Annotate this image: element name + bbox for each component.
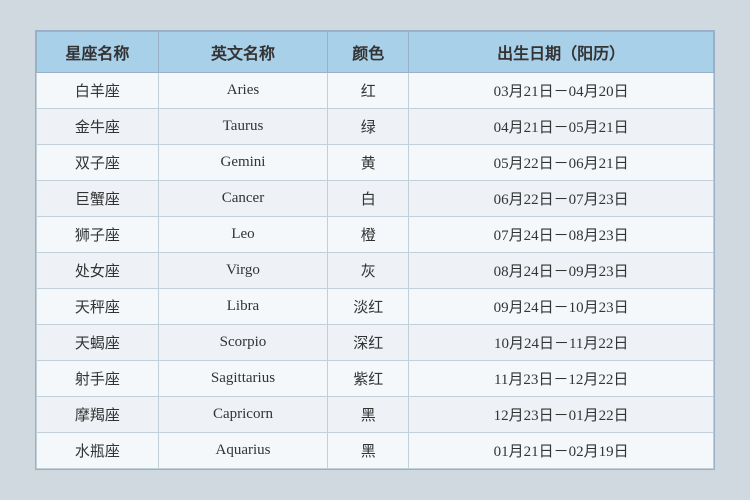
cell-date: 08月24日－09月23日 <box>409 253 714 289</box>
zodiac-table: 星座名称 英文名称 颜色 出生日期（阳历） 白羊座Aries红03月21日－04… <box>36 31 714 469</box>
table-row: 摩羯座Capricorn黑12月23日－01月22日 <box>37 397 714 433</box>
table-row: 天蝎座Scorpio深红10月24日－11月22日 <box>37 325 714 361</box>
cell-date: 10月24日－11月22日 <box>409 325 714 361</box>
cell-color: 黄 <box>328 145 409 181</box>
zodiac-table-container: 星座名称 英文名称 颜色 出生日期（阳历） 白羊座Aries红03月21日－04… <box>35 30 715 470</box>
table-row: 水瓶座Aquarius黑01月21日－02月19日 <box>37 433 714 469</box>
cell-english: Capricorn <box>158 397 327 433</box>
table-row: 双子座Gemini黄05月22日－06月21日 <box>37 145 714 181</box>
cell-english: Libra <box>158 289 327 325</box>
cell-color: 白 <box>328 181 409 217</box>
cell-color: 灰 <box>328 253 409 289</box>
cell-english: Gemini <box>158 145 327 181</box>
cell-english: Sagittarius <box>158 361 327 397</box>
cell-english: Taurus <box>158 109 327 145</box>
cell-chinese: 天蝎座 <box>37 325 159 361</box>
cell-date: 04月21日－05月21日 <box>409 109 714 145</box>
table-row: 处女座Virgo灰08月24日－09月23日 <box>37 253 714 289</box>
cell-chinese: 狮子座 <box>37 217 159 253</box>
cell-color: 橙 <box>328 217 409 253</box>
table-header-row: 星座名称 英文名称 颜色 出生日期（阳历） <box>37 32 714 73</box>
cell-english: Cancer <box>158 181 327 217</box>
table-row: 天秤座Libra淡红09月24日－10月23日 <box>37 289 714 325</box>
cell-chinese: 水瓶座 <box>37 433 159 469</box>
cell-english: Virgo <box>158 253 327 289</box>
cell-chinese: 巨蟹座 <box>37 181 159 217</box>
table-row: 白羊座Aries红03月21日－04月20日 <box>37 73 714 109</box>
table-row: 射手座Sagittarius紫红11月23日－12月22日 <box>37 361 714 397</box>
cell-date: 03月21日－04月20日 <box>409 73 714 109</box>
cell-chinese: 射手座 <box>37 361 159 397</box>
cell-chinese: 金牛座 <box>37 109 159 145</box>
cell-date: 12月23日－01月22日 <box>409 397 714 433</box>
cell-color: 深红 <box>328 325 409 361</box>
table-row: 金牛座Taurus绿04月21日－05月21日 <box>37 109 714 145</box>
header-chinese: 星座名称 <box>37 32 159 73</box>
cell-chinese: 双子座 <box>37 145 159 181</box>
header-date: 出生日期（阳历） <box>409 32 714 73</box>
cell-color: 紫红 <box>328 361 409 397</box>
cell-color: 黑 <box>328 433 409 469</box>
cell-english: Aquarius <box>158 433 327 469</box>
cell-date: 01月21日－02月19日 <box>409 433 714 469</box>
table-row: 狮子座Leo橙07月24日－08月23日 <box>37 217 714 253</box>
cell-color: 绿 <box>328 109 409 145</box>
header-color: 颜色 <box>328 32 409 73</box>
cell-color: 黑 <box>328 397 409 433</box>
cell-date: 06月22日－07月23日 <box>409 181 714 217</box>
table-row: 巨蟹座Cancer白06月22日－07月23日 <box>37 181 714 217</box>
cell-date: 05月22日－06月21日 <box>409 145 714 181</box>
cell-chinese: 处女座 <box>37 253 159 289</box>
cell-chinese: 白羊座 <box>37 73 159 109</box>
cell-chinese: 摩羯座 <box>37 397 159 433</box>
cell-chinese: 天秤座 <box>37 289 159 325</box>
cell-english: Aries <box>158 73 327 109</box>
cell-english: Scorpio <box>158 325 327 361</box>
cell-english: Leo <box>158 217 327 253</box>
cell-date: 11月23日－12月22日 <box>409 361 714 397</box>
cell-date: 09月24日－10月23日 <box>409 289 714 325</box>
header-english: 英文名称 <box>158 32 327 73</box>
cell-color: 红 <box>328 73 409 109</box>
cell-color: 淡红 <box>328 289 409 325</box>
cell-date: 07月24日－08月23日 <box>409 217 714 253</box>
